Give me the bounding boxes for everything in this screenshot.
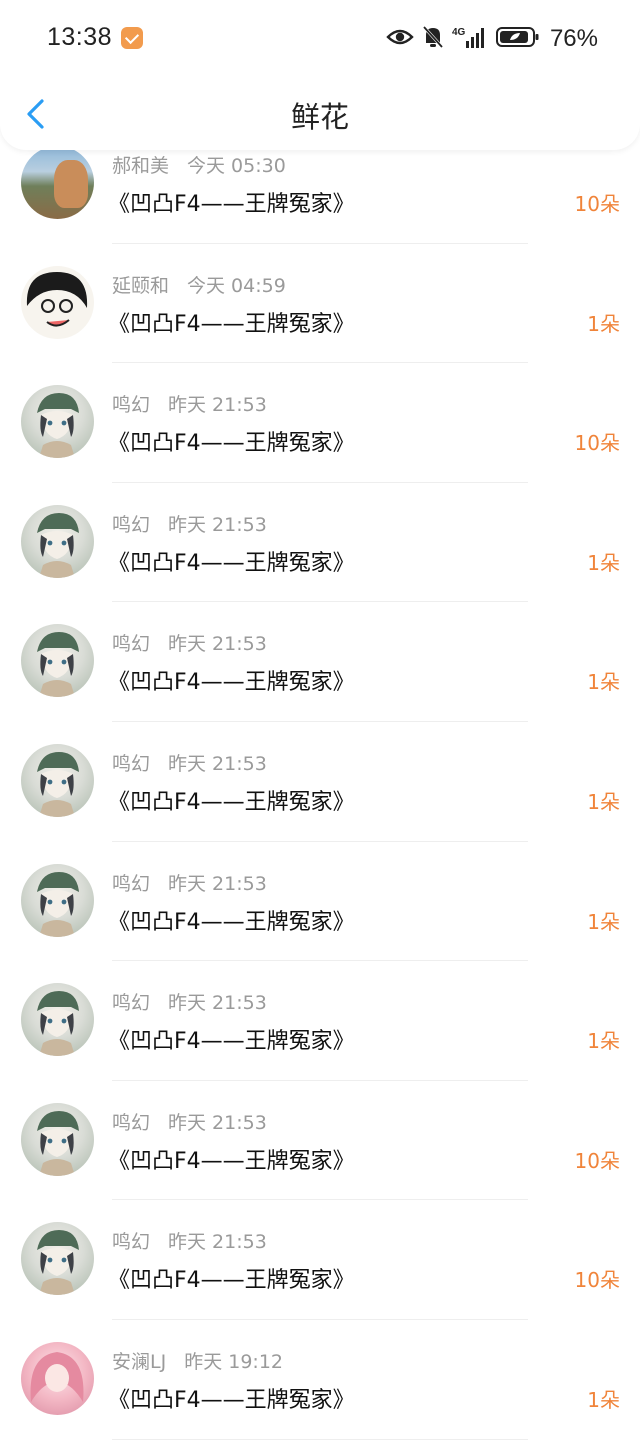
item-meta: 郝和美 今天 05:30 — [112, 151, 286, 178]
item-meta: 鸣幻 昨天 21:53 — [112, 390, 267, 417]
timestamp: 昨天 21:53 — [168, 394, 267, 417]
item-meta: 鸣幻 昨天 21:53 — [112, 510, 267, 537]
work-title[interactable]: 《凹凸F4——王牌冤家》 — [108, 1023, 355, 1055]
avatar[interactable] — [21, 146, 94, 219]
battery-percent: 76% — [549, 25, 598, 52]
user-name[interactable]: 鸣幻 — [112, 1231, 150, 1253]
flower-count: 10朵 — [574, 1148, 620, 1173]
flower-count: 1朵 — [587, 789, 620, 814]
user-name[interactable]: 鸣幻 — [112, 514, 150, 536]
user-name[interactable]: 鸣幻 — [112, 753, 150, 775]
item-meta: 鸣幻 昨天 21:53 — [112, 988, 267, 1015]
avatar[interactable] — [21, 1341, 94, 1415]
list-item[interactable]: 鸣幻 昨天 21:53 《凹凸F4——王牌冤家》 1朵 — [0, 961, 640, 1081]
work-title[interactable]: 《凹凸F4——王牌冤家》 — [108, 904, 355, 936]
work-title[interactable]: 《凹凸F4——王牌冤家》 — [108, 1382, 355, 1414]
flower-count: 1朵 — [587, 670, 620, 695]
timestamp: 昨天 21:53 — [168, 872, 267, 895]
eye-icon — [386, 27, 414, 51]
list-item[interactable]: 鸣幻 昨天 21:53 《凹凸F4——王牌冤家》 1朵 — [0, 842, 640, 962]
app-notification-icon — [121, 27, 143, 49]
flower-count: 1朵 — [587, 311, 620, 336]
timestamp: 昨天 21:53 — [168, 633, 267, 656]
nav-bar: 鲜花 — [0, 78, 640, 150]
user-name[interactable]: 延颐和 — [112, 275, 169, 297]
header: 13:38 4G 76% 鲜花 — [0, 0, 640, 150]
network-type: 4G — [452, 27, 466, 38]
work-title[interactable]: 《凹凸F4——王牌冤家》 — [108, 425, 355, 457]
timestamp: 今天 04:59 — [187, 274, 286, 297]
avatar[interactable] — [21, 265, 94, 339]
avatar[interactable] — [21, 983, 94, 1057]
work-title[interactable]: 《凹凸F4——王牌冤家》 — [108, 306, 355, 338]
list-item[interactable]: 鸣幻 昨天 21:53 《凹凸F4——王牌冤家》 1朵 — [0, 722, 640, 842]
avatar[interactable] — [21, 504, 94, 578]
work-title[interactable]: 《凹凸F4——王牌冤家》 — [108, 784, 355, 816]
user-name[interactable]: 安澜LJ — [112, 1351, 166, 1373]
flower-count: 1朵 — [587, 1387, 620, 1412]
flower-count: 10朵 — [574, 1268, 620, 1293]
list-item[interactable]: 延颐和 今天 04:59 《凹凸F4——王牌冤家》 1朵 — [0, 244, 640, 364]
timestamp: 昨天 21:53 — [168, 1231, 267, 1254]
signal-4g-icon: 4G — [452, 25, 488, 53]
timestamp: 今天 05:30 — [187, 155, 286, 177]
list-item[interactable]: 安澜LJ 昨天 19:12 《凹凸F4——王牌冤家》 1朵 — [0, 1320, 640, 1440]
avatar[interactable] — [21, 743, 94, 817]
bell-muted-icon — [422, 25, 444, 53]
user-name[interactable]: 鸣幻 — [112, 394, 150, 416]
item-meta: 安澜LJ 昨天 19:12 — [112, 1347, 283, 1374]
avatar[interactable] — [21, 863, 94, 937]
flower-count: 1朵 — [587, 909, 620, 934]
user-name[interactable]: 鸣幻 — [112, 873, 150, 895]
list-item[interactable]: 鸣幻 昨天 21:53 《凹凸F4——王牌冤家》 10朵 — [0, 1200, 640, 1320]
flower-list[interactable]: 郝和美 今天 05:30 《凹凸F4——王牌冤家》 10朵 延颐和 今天 04:59 《凹凸… — [0, 124, 640, 1440]
flower-count: 1朵 — [587, 550, 620, 575]
timestamp: 昨天 19:12 — [184, 1350, 283, 1373]
item-meta: 鸣幻 昨天 21:53 — [112, 749, 267, 776]
user-name[interactable]: 鸣幻 — [112, 633, 150, 655]
work-title[interactable]: 《凹凸F4——王牌冤家》 — [108, 664, 355, 696]
work-title[interactable]: 《凹凸F4——王牌冤家》 — [108, 1143, 355, 1175]
list-item[interactable]: 鸣幻 昨天 21:53 《凹凸F4——王牌冤家》 10朵 — [0, 363, 640, 483]
timestamp: 昨天 21:53 — [168, 1111, 267, 1134]
status-time: 13:38 — [47, 23, 113, 51]
status-icons: 4G 76% — [386, 24, 598, 54]
item-meta: 鸣幻 昨天 21:53 — [112, 1227, 267, 1254]
status-bar: 13:38 4G 76% — [0, 0, 640, 78]
item-meta: 鸣幻 昨天 21:53 — [112, 869, 267, 896]
battery-icon — [495, 26, 540, 52]
page-title: 鲜花 — [290, 100, 349, 134]
flower-count: 1朵 — [587, 1029, 620, 1054]
user-name[interactable]: 郝和美 — [112, 155, 169, 177]
flower-count: 10朵 — [574, 431, 620, 456]
user-name[interactable]: 鸣幻 — [112, 992, 150, 1014]
avatar[interactable] — [21, 1222, 94, 1296]
item-meta: 鸣幻 昨天 21:53 — [112, 629, 267, 656]
avatar[interactable] — [21, 1102, 94, 1176]
list-item[interactable]: 鸣幻 昨天 21:53 《凹凸F4——王牌冤家》 1朵 — [0, 602, 640, 722]
work-title[interactable]: 《凹凸F4——王牌冤家》 — [108, 1262, 355, 1294]
avatar[interactable] — [21, 385, 94, 459]
user-name[interactable]: 鸣幻 — [112, 1112, 150, 1134]
item-meta: 鸣幻 昨天 21:53 — [112, 1108, 267, 1135]
timestamp: 昨天 21:53 — [168, 992, 267, 1015]
item-meta: 延颐和 今天 04:59 — [112, 271, 286, 298]
work-title[interactable]: 《凹凸F4——王牌冤家》 — [108, 545, 355, 577]
timestamp: 昨天 21:53 — [168, 752, 267, 775]
divider — [112, 1438, 528, 1440]
avatar[interactable] — [21, 624, 94, 698]
list-item[interactable]: 鸣幻 昨天 21:53 《凹凸F4——王牌冤家》 1朵 — [0, 483, 640, 603]
work-title[interactable]: 《凹凸F4——王牌冤家》 — [108, 186, 355, 218]
flower-count: 10朵 — [574, 192, 620, 216]
list-item[interactable]: 鸣幻 昨天 21:53 《凹凸F4——王牌冤家》 10朵 — [0, 1081, 640, 1201]
timestamp: 昨天 21:53 — [168, 513, 267, 536]
